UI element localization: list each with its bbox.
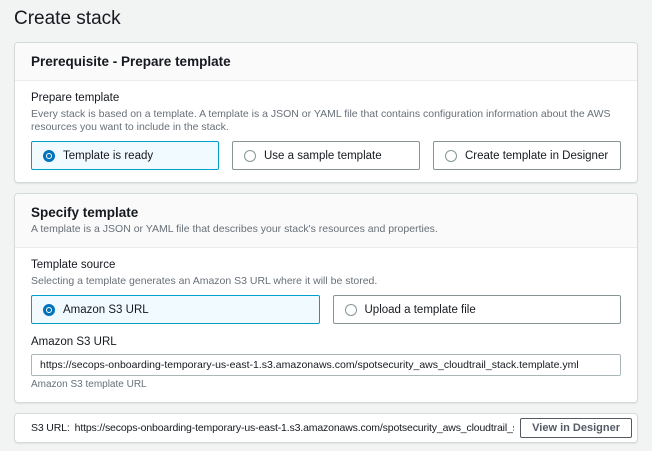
specify-template-subtitle: A template is a JSON or YAML file that d… [31,223,621,236]
radio-tile-upload-template-file[interactable]: Upload a template file [333,295,622,324]
template-source-description: Selecting a template generates an Amazon… [31,275,621,288]
radio-unselected-icon[interactable] [445,150,457,162]
page-title: Create stack [14,8,638,30]
prerequisite-card-title: Prerequisite - Prepare template [31,54,621,69]
radio-selected-icon[interactable] [43,304,55,316]
prepare-template-description: Every stack is based on a template. A te… [31,108,621,134]
specify-template-card: Specify template A template is a JSON or… [14,193,638,403]
specify-template-card-header: Specify template A template is a JSON or… [15,194,637,248]
prepare-template-label: Prepare template [31,92,621,106]
prerequisite-card-header: Prerequisite - Prepare template [15,43,637,81]
amazon-s3-url-group: Amazon S3 URL Amazon S3 template URL [31,336,621,390]
radio-tile-label: Use a sample template [264,150,382,162]
amazon-s3-url-input[interactable] [31,354,621,376]
radio-tile-label: Amazon S3 URL [63,304,149,316]
amazon-s3-url-helper: Amazon S3 template URL [31,379,621,390]
radio-selected-icon[interactable] [43,150,55,162]
prepare-template-options: Template is ready Use a sample template … [31,141,621,170]
template-source-label: Template source [31,259,621,273]
s3-url-value: https://secops-onboarding-temporary-us-e… [75,422,515,434]
radio-tile-use-sample-template[interactable]: Use a sample template [232,141,420,170]
amazon-s3-url-label: Amazon S3 URL [31,336,621,350]
radio-tile-amazon-s3-url[interactable]: Amazon S3 URL [31,295,320,324]
s3-url-prefix-label: S3 URL: [31,422,70,434]
specify-template-title: Specify template [31,205,621,220]
radio-unselected-icon[interactable] [345,304,357,316]
prerequisite-card-body: Prepare template Every stack is based on… [15,81,637,182]
radio-tile-label: Create template in Designer [465,150,608,162]
radio-tile-create-template-designer[interactable]: Create template in Designer [433,141,621,170]
specify-template-card-body: Template source Selecting a template gen… [15,248,637,402]
view-in-designer-button[interactable]: View in Designer [520,418,632,438]
s3-url-footer-bar: S3 URL: https://secops-onboarding-tempora… [14,413,638,443]
s3-url-line: S3 URL: https://secops-onboarding-tempora… [31,422,514,434]
prerequisite-card: Prerequisite - Prepare template Prepare … [14,42,638,183]
radio-unselected-icon[interactable] [244,150,256,162]
create-stack-page: Create stack Prerequisite - Prepare temp… [0,0,652,451]
radio-tile-template-is-ready[interactable]: Template is ready [31,141,219,170]
radio-tile-label: Upload a template file [365,304,476,316]
radio-tile-label: Template is ready [63,150,153,162]
template-source-options: Amazon S3 URL Upload a template file [31,295,621,324]
